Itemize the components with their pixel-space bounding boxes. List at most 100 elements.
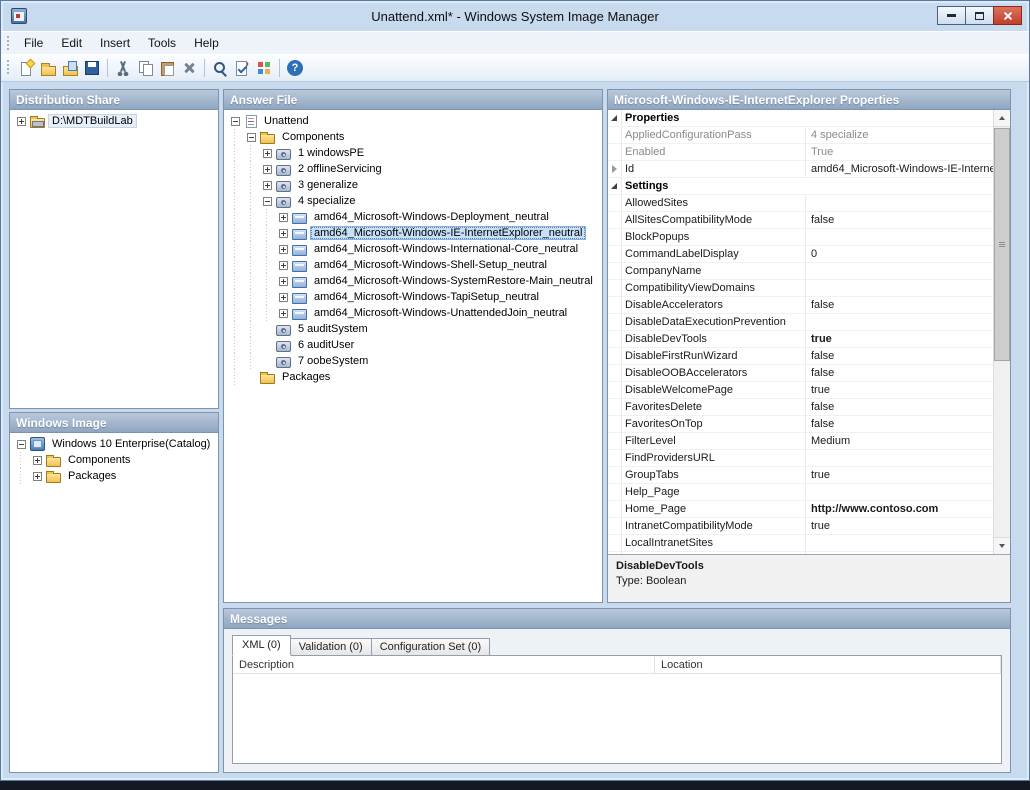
property-row[interactable]: IntranetCompatibilityModetrue [608,518,993,535]
tree-item-label[interactable]: amd64_Microsoft-Windows-Shell-Setup_neut… [310,258,551,272]
open-answer-file-button[interactable] [37,57,59,79]
property-value[interactable]: true [806,467,993,483]
property-row[interactable]: FilterLevelMedium [608,433,993,450]
tree-item-label[interactable]: 4 specialize [294,194,359,208]
property-value[interactable]: false [806,212,993,228]
delete-button[interactable] [178,57,200,79]
expander-collapsed-icon[interactable] [33,456,42,465]
property-row[interactable]: CompatibilityViewDomains [608,280,993,297]
property-row[interactable]: CommandLabelDisplay0 [608,246,993,263]
tree-item-label[interactable]: Packages [278,370,334,384]
expander-collapsed-icon[interactable] [263,149,272,158]
property-value[interactable]: True [806,144,993,160]
property-value[interactable] [806,535,993,551]
menu-edit[interactable]: Edit [52,33,91,53]
property-value[interactable]: true [806,331,993,347]
property-row[interactable]: DisableOOBAcceleratorsfalse [608,365,993,382]
property-row[interactable]: AllSitesCompatibilityModefalse [608,212,993,229]
expander-collapsed-icon[interactable] [279,229,288,238]
expander-collapsed-icon[interactable] [33,472,42,481]
property-row[interactable]: Help_Page [608,484,993,501]
property-value[interactable]: false [806,399,993,415]
expander-expanded-icon[interactable] [17,440,26,449]
tree-item-label[interactable]: 6 auditUser [294,338,358,352]
tree-item-label[interactable]: amd64_Microsoft-Windows-TapiSetup_neutra… [310,290,543,304]
property-value[interactable]: false [806,297,993,313]
toolbar-grip[interactable] [7,60,10,75]
menu-file[interactable]: File [15,33,52,53]
property-category-row[interactable]: Properties [608,110,993,127]
property-row[interactable]: DisableAcceleratorsfalse [608,297,993,314]
tree-item-label[interactable]: Components [278,130,348,144]
save-answer-file-button[interactable] [81,57,103,79]
expander-collapsed-icon[interactable] [279,277,288,286]
tree-item-label[interactable]: 5 auditSystem [294,322,372,336]
create-configuration-set-button[interactable] [253,57,275,79]
expander-collapsed-icon[interactable] [279,245,288,254]
expander-expanded-icon[interactable] [263,197,272,206]
property-row[interactable]: DisableFirstRunWizardfalse [608,348,993,365]
tree-item-label[interactable]: amd64_Microsoft-Windows-SystemRestore-Ma… [310,274,597,288]
property-value[interactable] [806,229,993,245]
property-value[interactable]: false [806,416,993,432]
property-row[interactable]: BlockPopups [608,229,993,246]
new-answer-file-button[interactable] [15,57,37,79]
property-value[interactable] [806,450,993,466]
tree-item-label[interactable]: Components [64,453,134,467]
tree-item-label[interactable]: Packages [64,469,120,483]
property-row[interactable]: AllowedSites [608,195,993,212]
property-value[interactable]: 4 specialize [806,127,993,143]
tree-item-label[interactable]: 3 generalize [294,178,362,192]
tab-xml[interactable]: XML (0) [232,635,291,656]
category-expanded-icon[interactable] [611,115,617,121]
property-row[interactable]: EnabledTrue [608,144,993,161]
expander-collapsed-icon[interactable] [279,213,288,222]
property-row[interactable]: LockToolbarsfalse [608,552,993,554]
column-description[interactable]: Description [233,656,655,673]
maximize-button[interactable] [965,6,994,25]
category-expanded-icon[interactable] [611,183,617,189]
help-button[interactable]: ? [284,57,306,79]
property-value[interactable] [806,280,993,296]
scroll-up-button[interactable] [994,110,1010,127]
property-row[interactable]: DisableDevToolstrue [608,331,993,348]
copy-button[interactable] [134,57,156,79]
property-value[interactable]: 0 [806,246,993,262]
property-row[interactable]: Idamd64_Microsoft-Windows-IE-InternetExp… [608,161,993,178]
tab-configuration[interactable]: Configuration Set (0) [371,638,491,656]
property-row[interactable]: AppliedConfigurationPass4 specialize [608,127,993,144]
property-row[interactable]: GroupTabstrue [608,467,993,484]
menu-insert[interactable]: Insert [91,33,139,53]
property-value[interactable] [806,314,993,330]
scroll-down-button[interactable] [994,537,1010,554]
tree-item-label[interactable]: amd64_Microsoft-Windows-IE-InternetExplo… [310,226,586,240]
property-row[interactable]: FindProvidersURL [608,450,993,467]
property-value[interactable]: http://www.contoso.com [806,501,993,517]
property-value[interactable] [806,263,993,279]
menu-tools[interactable]: Tools [139,33,185,53]
property-row[interactable]: CompanyName [608,263,993,280]
tab-validation[interactable]: Validation (0) [290,638,372,656]
property-row[interactable]: LocalIntranetSites [608,535,993,552]
property-row[interactable]: FavoritesDeletefalse [608,399,993,416]
property-value[interactable]: true [806,382,993,398]
scrollbar-thumb[interactable] [994,128,1010,361]
property-value[interactable]: amd64_Microsoft-Windows-IE-InternetExplo… [806,161,993,177]
tree-item-label[interactable]: Unattend [260,114,313,128]
open-windows-image-button[interactable] [59,57,81,79]
property-row[interactable]: FavoritesOnTopfalse [608,416,993,433]
expander-expanded-icon[interactable] [247,133,256,142]
property-row[interactable]: DisableWelcomePagetrue [608,382,993,399]
property-value[interactable] [806,195,993,211]
expander-collapsed-icon[interactable] [263,181,272,190]
tree-item-label[interactable]: Windows 10 Enterprise(Catalog) [48,437,214,451]
expander-collapsed-icon[interactable] [279,261,288,270]
property-grid-scrollbar[interactable] [993,110,1010,554]
cut-button[interactable] [112,57,134,79]
property-category-row[interactable]: Settings [608,178,993,195]
tree-item-label[interactable]: D:\MDTBuildLab [48,114,137,128]
property-row[interactable]: DisableDataExecutionPrevention [608,314,993,331]
property-value[interactable]: true [806,518,993,534]
expander-collapsed-icon[interactable] [279,309,288,318]
find-button[interactable] [209,57,231,79]
